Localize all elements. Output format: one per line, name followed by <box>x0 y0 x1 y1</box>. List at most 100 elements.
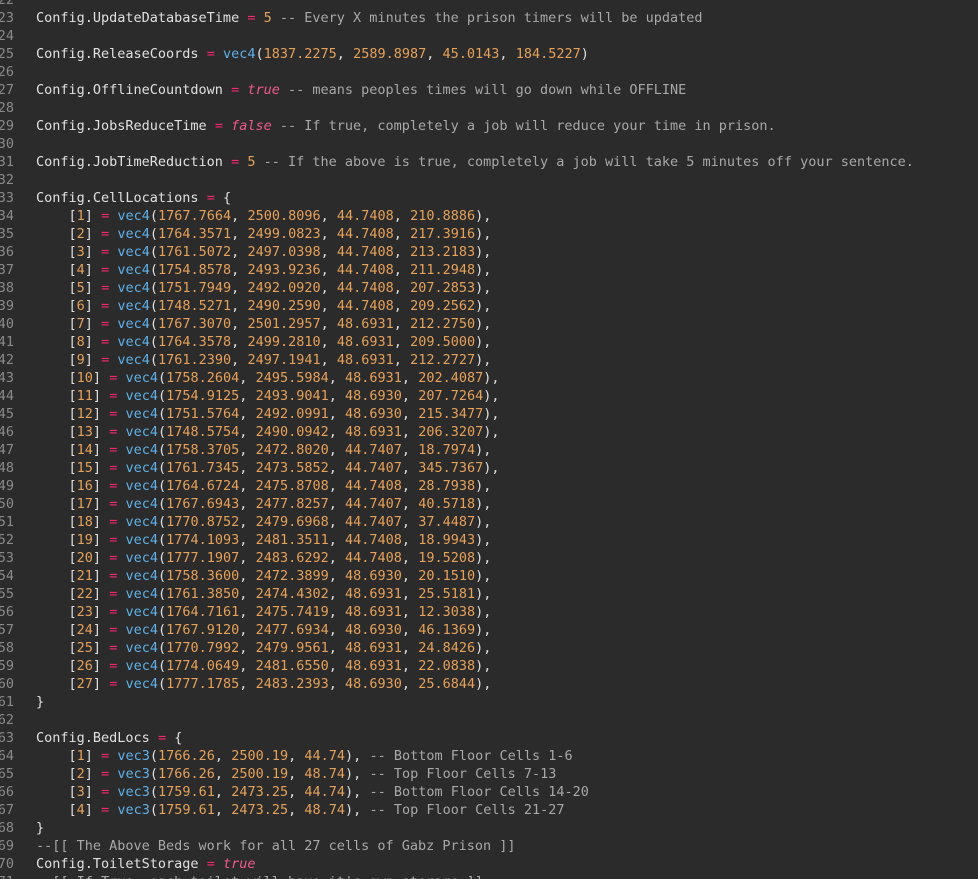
code-line[interactable]: 47 [14] = vec4(1758.3705, 2472.8020, 44.… <box>0 441 978 459</box>
code-line[interactable]: 67 [4] = vec3(1759.61, 2473.25, 48.74), … <box>0 801 978 819</box>
code-line[interactable]: 32 <box>0 171 978 189</box>
code-line[interactable]: 53 [20] = vec4(1777.1907, 2483.6292, 44.… <box>0 549 978 567</box>
punctuation-token: ] <box>92 406 102 422</box>
line-number: 44 <box>0 388 14 404</box>
code-line[interactable]: 39 [6] = vec4(1748.5271, 2490.2590, 44.7… <box>0 297 978 315</box>
code-line[interactable]: 70 Config.ToiletStorage = true <box>0 855 978 873</box>
code-line[interactable]: 66 [3] = vec3(1759.61, 2473.25, 44.74), … <box>0 783 978 801</box>
code-line[interactable]: 55 [22] = vec4(1761.3850, 2474.4302, 48.… <box>0 585 978 603</box>
punctuation-token: ( <box>158 496 167 512</box>
punctuation-token: ( <box>158 460 167 476</box>
function-token: vec4 <box>125 496 158 512</box>
code-line[interactable]: 33 Config.CellLocations = { <box>0 189 978 207</box>
code-text: Config.CellLocations = { <box>36 189 231 207</box>
number-token: 4 <box>76 262 85 278</box>
number-token: 2490.0942 <box>255 424 329 440</box>
code-line[interactable]: 52 [19] = vec4(1774.1093, 2481.3511, 44.… <box>0 531 978 549</box>
punctuation-token: [ <box>68 478 77 494</box>
comment-token: -- means peoples times will go down whil… <box>288 82 687 98</box>
punctuation-token: ] <box>84 766 93 782</box>
function-token: vec4 <box>125 658 158 674</box>
number-token: 1751.5764 <box>166 406 240 422</box>
identifier-token: Config.UpdateDatabaseTime <box>36 10 240 26</box>
code-line[interactable]: 35 [2] = vec4(1764.3571, 2499.0823, 44.7… <box>0 225 978 243</box>
number-token: 2492.0920 <box>247 280 321 296</box>
code-line[interactable]: 68} <box>0 819 978 837</box>
number-token: 1764.6724 <box>166 478 240 494</box>
code-line[interactable]: 29 Config.JobsReduceTime = false -- If tr… <box>0 117 978 135</box>
code-line[interactable]: 51 [18] = vec4(1770.8752, 2479.6968, 44.… <box>0 513 978 531</box>
code-line[interactable]: 64 [1] = vec3(1766.26, 2500.19, 44.74), … <box>0 747 978 765</box>
code-line[interactable]: 26 <box>0 63 978 81</box>
number-token: 5 <box>247 154 256 170</box>
code-line[interactable]: 22 <box>0 0 978 9</box>
code-line[interactable]: 25 Config.ReleaseCoords = vec4(1837.2275,… <box>0 45 978 63</box>
code-line[interactable]: 24 <box>0 27 978 45</box>
punctuation-token: ( <box>158 622 167 638</box>
operator-token: = <box>101 280 110 296</box>
code-line[interactable]: 50 [17] = vec4(1767.6943, 2477.8257, 44.… <box>0 495 978 513</box>
code-line[interactable]: 57 [24] = vec4(1767.9120, 2477.6934, 48.… <box>0 621 978 639</box>
punctuation-token: ( <box>158 406 167 422</box>
code-line[interactable]: 45 [12] = vec4(1751.5764, 2492.0991, 48.… <box>0 405 978 423</box>
code-line[interactable]: 43 [10] = vec4(1758.2604, 2495.5984, 48.… <box>0 369 978 387</box>
code-text: [26] = vec4(1774.0649, 2481.6550, 48.693… <box>36 657 492 675</box>
code-line[interactable]: 60 [27] = vec4(1777.1785, 2483.2393, 48.… <box>0 675 978 693</box>
code-line[interactable]: 49 [16] = vec4(1764.6724, 2475.8708, 44.… <box>0 477 978 495</box>
punctuation-token: , <box>491 406 500 422</box>
punctuation-token: ( <box>158 658 167 674</box>
code-line[interactable]: 36 [3] = vec4(1761.5072, 2497.0398, 44.7… <box>0 243 978 261</box>
code-editor[interactable]: 22 23 Config.UpdateDatabaseTime = 5 -- Eve… <box>0 0 978 879</box>
code-line[interactable]: 65 [2] = vec3(1766.26, 2500.19, 48.74), … <box>0 765 978 783</box>
code-line[interactable]: 38 [5] = vec4(1751.7949, 2492.0920, 44.7… <box>0 279 978 297</box>
punctuation-token: , <box>483 586 492 602</box>
code-line[interactable]: 28 <box>0 99 978 117</box>
number-token: 1 <box>76 748 85 764</box>
code-line[interactable]: 37 [4] = vec4(1754.8578, 2493.9236, 44.7… <box>0 261 978 279</box>
code-line[interactable]: 58 [25] = vec4(1770.7992, 2479.9561, 48.… <box>0 639 978 657</box>
punctuation-token: , <box>483 262 492 278</box>
code-line[interactable]: 54 [21] = vec4(1758.3600, 2472.3899, 48.… <box>0 567 978 585</box>
code-line[interactable]: 71 --[[ If True, each toilet will have it… <box>0 873 978 879</box>
code-line[interactable]: 42 [9] = vec4(1761.2390, 2497.1941, 48.6… <box>0 351 978 369</box>
punctuation-token: , <box>328 496 337 512</box>
code-line[interactable]: 46 [13] = vec4(1748.5754, 2490.0942, 48.… <box>0 423 978 441</box>
punctuation-token: , <box>483 334 492 350</box>
punctuation-token: , <box>393 316 402 332</box>
code-line[interactable]: 59 [26] = vec4(1774.0649, 2481.6550, 48.… <box>0 657 978 675</box>
code-line[interactable]: 27 Config.OfflineCountdown = true -- mean… <box>0 81 978 99</box>
line-number: 30 <box>0 136 14 152</box>
punctuation-token: ] <box>92 478 102 494</box>
code-line[interactable]: 63 Config.BedLocs = { <box>0 729 978 747</box>
code-line[interactable]: 69 --[[ The Above Beds work for all 27 ce… <box>0 837 978 855</box>
line-number: 32 <box>0 172 14 188</box>
code-line[interactable]: 41 [8] = vec4(1764.3578, 2499.2810, 48.6… <box>0 333 978 351</box>
code-text: Config.OfflineCountdown = true -- means … <box>36 81 686 99</box>
code-line[interactable]: 30 <box>0 135 978 153</box>
code-line[interactable]: 62 <box>0 711 978 729</box>
code-line[interactable]: 48 [15] = vec4(1761.7345, 2473.5852, 44.… <box>0 459 978 477</box>
code-line[interactable]: 31 Config.JobTimeReduction = 5 -- If the … <box>0 153 978 171</box>
code-line[interactable]: 44 [11] = vec4(1754.9125, 2493.9041, 48.… <box>0 387 978 405</box>
code-line[interactable]: 23 Config.UpdateDatabaseTime = 5 -- Every… <box>0 9 978 27</box>
code-line[interactable]: 61} <box>0 693 978 711</box>
code-line[interactable]: 56 [23] = vec4(1764.7161, 2475.7419, 48.… <box>0 603 978 621</box>
code-line[interactable]: 40 [7] = vec4(1767.3070, 2501.2957, 48.6… <box>0 315 978 333</box>
code-line[interactable]: 34 [1] = vec4(1767.7664, 2500.8096, 44.7… <box>0 207 978 225</box>
punctuation-token: ( <box>158 424 167 440</box>
function-token: vec4 <box>125 442 158 458</box>
punctuation-token: , <box>393 244 402 260</box>
punctuation-token: ( <box>158 640 167 656</box>
number-token: 2499.0823 <box>247 226 321 242</box>
number-token: 44.7408 <box>336 298 394 314</box>
